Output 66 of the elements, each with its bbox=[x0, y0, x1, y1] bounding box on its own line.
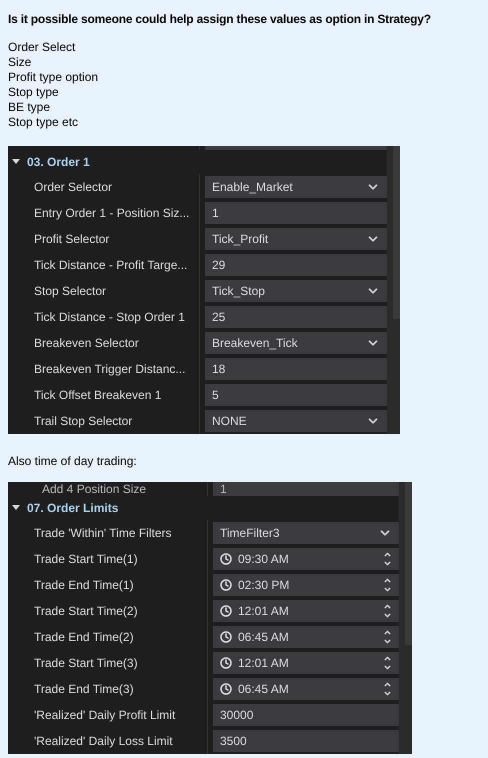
caret-icon bbox=[12, 505, 20, 511]
time-field[interactable]: 12:01 AM bbox=[213, 600, 399, 622]
input-field[interactable]: 1 bbox=[213, 482, 399, 496]
property-label: Tick Distance - Stop Order 1 bbox=[33, 309, 186, 326]
property-label: Trade Start Time(3) bbox=[33, 655, 139, 672]
list-line: BE type bbox=[8, 100, 52, 115]
property-label: 'Realized' Daily Profit Limit bbox=[33, 707, 176, 724]
input-field[interactable]: 29 bbox=[205, 254, 387, 276]
time-field[interactable]: 02:30 PM bbox=[213, 574, 399, 596]
property-label: Order Selector bbox=[33, 179, 114, 196]
property-label: Breakeven Selector bbox=[33, 335, 140, 352]
list-line: Stop type etc bbox=[8, 115, 80, 130]
list-line: Size bbox=[8, 55, 32, 70]
spinner-icon[interactable] bbox=[383, 680, 392, 698]
property-label: Add 4 Position Size bbox=[41, 482, 148, 496]
spinner-icon[interactable] bbox=[383, 628, 392, 646]
clock-icon bbox=[220, 631, 232, 643]
time-field[interactable]: 09:30 AM bbox=[213, 548, 399, 570]
spinner-icon[interactable] bbox=[383, 576, 392, 594]
spinner-icon[interactable] bbox=[383, 550, 392, 568]
clock-icon bbox=[220, 657, 232, 669]
section-header[interactable]: 07. Order Limits bbox=[8, 496, 399, 520]
dropdown[interactable]: Tick_Profit bbox=[205, 228, 387, 250]
time-field[interactable]: 06:45 AM bbox=[213, 678, 399, 700]
property-label: Trade End Time(2) bbox=[33, 629, 135, 646]
dropdown[interactable]: TimeFilter3 bbox=[213, 522, 399, 544]
list-line: Stop type bbox=[8, 85, 60, 100]
property-label: Trade End Time(1) bbox=[33, 577, 135, 594]
time-field[interactable]: 06:45 AM bbox=[213, 626, 399, 648]
question-text: Is it possible someone could help assign these values as option in Strategy? bbox=[7, 11, 432, 28]
property-label: Entry Order 1 - Position Siz... bbox=[33, 205, 190, 222]
clock-icon bbox=[220, 683, 232, 695]
property-label: Profit Selector bbox=[33, 231, 110, 248]
input-field[interactable]: 18 bbox=[205, 358, 387, 380]
scrollbar[interactable] bbox=[387, 146, 400, 434]
clock-icon bbox=[220, 579, 232, 591]
list-line: Order Select bbox=[8, 40, 76, 55]
spinner-icon[interactable] bbox=[383, 602, 392, 620]
dropdown[interactable]: NONE bbox=[205, 410, 387, 432]
input-field[interactable]: 3500 bbox=[213, 730, 399, 752]
clock-icon bbox=[220, 605, 232, 617]
input-field[interactable]: 5 bbox=[205, 384, 387, 406]
property-label: Trade End Time(3) bbox=[33, 681, 135, 698]
input-field[interactable]: 25 bbox=[205, 306, 387, 328]
list-line: Profit type option bbox=[8, 70, 100, 85]
scrollbar[interactable] bbox=[399, 482, 412, 754]
clock-icon bbox=[220, 553, 232, 565]
dropdown[interactable]: Tick_Stop bbox=[205, 280, 387, 302]
input-field[interactable]: 1 bbox=[205, 202, 387, 224]
caption-text: Also time of day trading: bbox=[7, 453, 138, 470]
property-label: Tick Offset Breakeven 1 bbox=[33, 387, 162, 404]
property-label: Trade 'Within' Time Filters bbox=[33, 525, 172, 542]
property-label: Trade Start Time(1) bbox=[33, 551, 139, 568]
property-label: Trail Stop Selector bbox=[33, 413, 134, 430]
section-header[interactable]: 03. Order 1 bbox=[8, 150, 387, 174]
input-field[interactable]: 30000 bbox=[213, 704, 399, 726]
spinner-icon[interactable] bbox=[383, 654, 392, 672]
property-label: Stop Selector bbox=[33, 283, 108, 300]
property-label: Tick Distance - Profit Targe... bbox=[33, 257, 188, 274]
property-label: Trade Start Time(2) bbox=[33, 603, 139, 620]
time-field[interactable]: 12:01 AM bbox=[213, 652, 399, 674]
caret-icon bbox=[12, 159, 20, 165]
property-label: Breakeven Trigger Distanc... bbox=[33, 361, 186, 378]
dropdown[interactable]: Enable_Market bbox=[205, 176, 387, 198]
dropdown[interactable]: Breakeven_Tick bbox=[205, 332, 387, 354]
property-label: 'Realized' Daily Loss Limit bbox=[33, 733, 174, 750]
